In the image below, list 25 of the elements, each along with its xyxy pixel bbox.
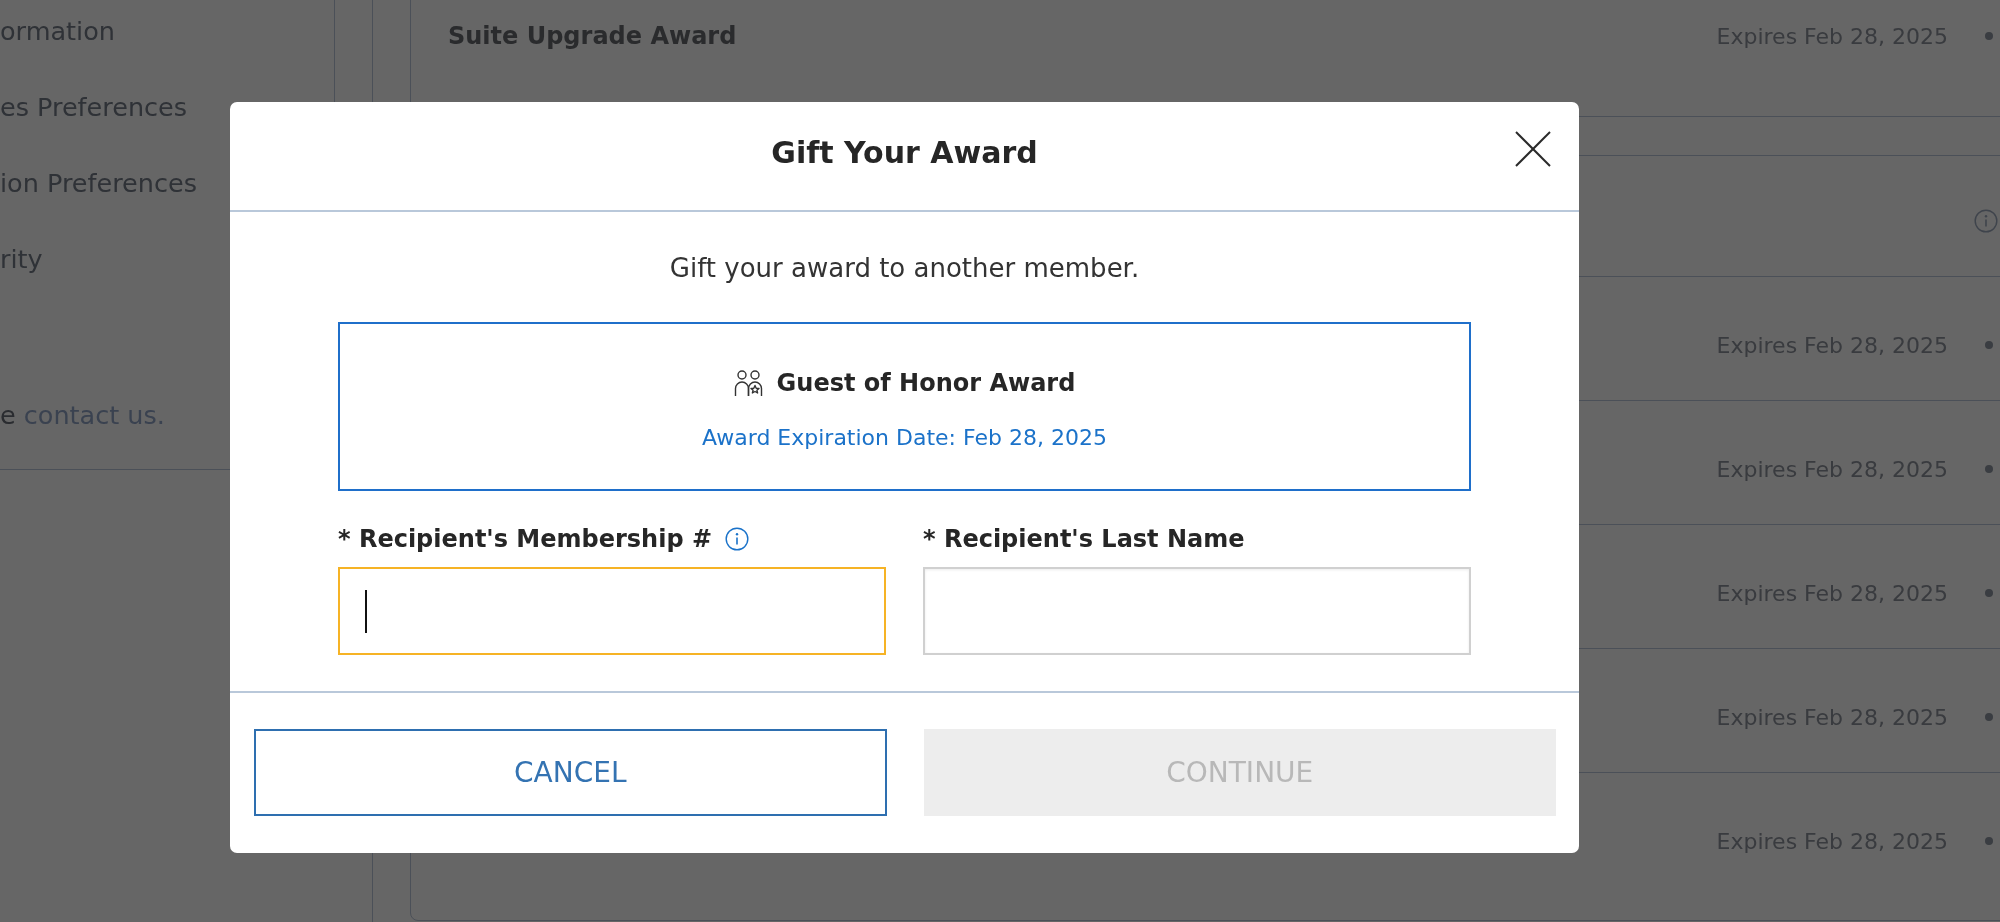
dialog-button[interactable]: CANCEL — [254, 729, 887, 816]
dot-icon — [1985, 341, 1993, 349]
sidebar-link[interactable]: ormation — [0, 13, 115, 49]
dialog-title: Gift Your Award — [771, 134, 1038, 172]
text-input-field[interactable] — [923, 567, 1471, 655]
text-cursor-icon — [365, 589, 367, 633]
two-people-icon — [733, 369, 763, 397]
award-expiration: Award Expiration Date: Feb 28, 2025 — [702, 424, 1107, 452]
dialog-intro: Gift your award to another member. — [668, 252, 1141, 285]
field-label: * Recipient's Membership # — [338, 524, 713, 555]
close-button[interactable] — [1513, 129, 1553, 169]
text-input-field[interactable] — [338, 567, 886, 655]
info-icon[interactable] — [725, 527, 750, 551]
dot-icon — [1985, 713, 1993, 721]
close-icon — [1515, 131, 1551, 167]
sidebar-link[interactable]: ion Preferences — [0, 165, 197, 201]
sidebar-link[interactable]: es Preferences — [0, 89, 188, 125]
dot-icon — [1985, 465, 1993, 473]
sidebar-link[interactable]: rity — [0, 241, 43, 277]
award-name: Guest of Honor Award — [776, 368, 1076, 399]
award-title: Suite Upgrade Award — [448, 22, 737, 50]
dot-icon — [1985, 589, 1993, 597]
field-label: * Recipient's Last Name — [923, 524, 1245, 555]
dot-icon — [1985, 837, 1993, 845]
dot-icon — [1985, 32, 1993, 40]
